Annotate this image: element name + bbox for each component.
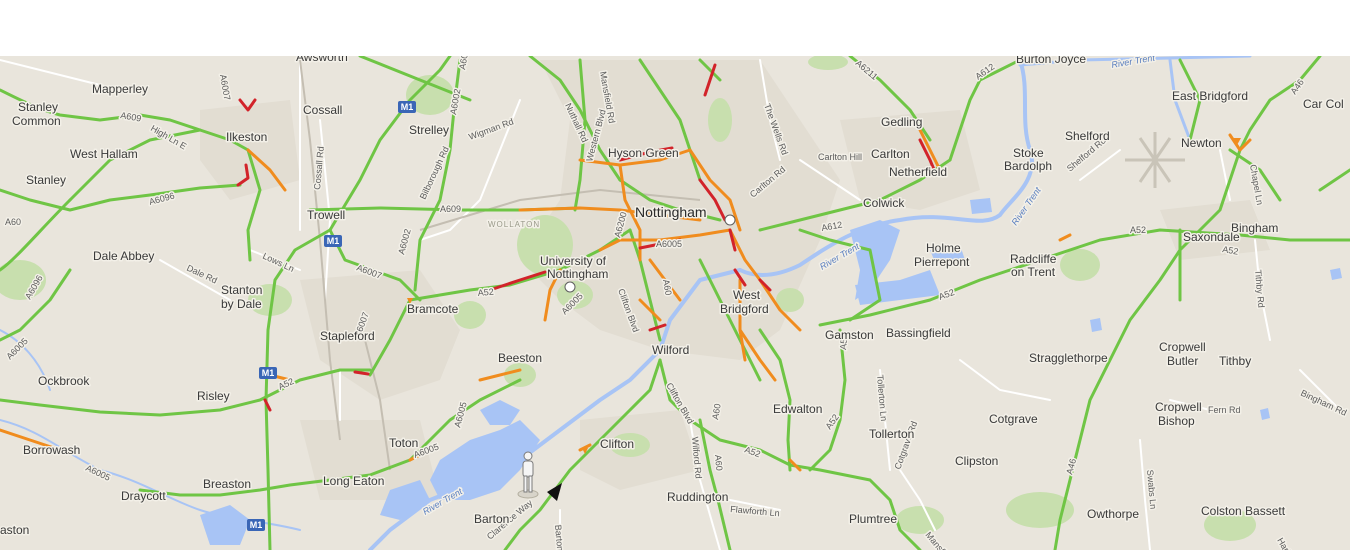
place-tollerton: Tollerton bbox=[869, 427, 914, 441]
place-beeston: Beeston bbox=[498, 351, 542, 365]
city-centre-icon bbox=[724, 214, 736, 226]
place-radcliffe-2: on Trent bbox=[1011, 265, 1056, 279]
place-car-col: Car Col bbox=[1303, 97, 1344, 111]
place-newton: Newton bbox=[1181, 136, 1222, 150]
place-barton: Barton bbox=[474, 512, 509, 526]
place-owthorpe: Owthorpe bbox=[1087, 507, 1139, 521]
road-a52-west: A52 bbox=[477, 287, 494, 298]
m1-shield-2: M1 bbox=[327, 236, 340, 246]
place-strelley: Strelley bbox=[409, 123, 449, 137]
place-colston-bassett: Colston Bassett bbox=[1201, 504, 1286, 518]
place-bramcote: Bramcote bbox=[407, 302, 459, 316]
label-carlton-hill: Carlton Hill bbox=[818, 152, 862, 162]
place-plumtree: Plumtree bbox=[849, 512, 897, 526]
road-a52-far-east: A52 bbox=[1130, 225, 1146, 235]
place-carlton: Carlton bbox=[871, 147, 910, 161]
place-clipston: Clipston bbox=[955, 454, 998, 468]
place-colwick: Colwick bbox=[863, 196, 905, 210]
place-hyson-green: Hyson Green bbox=[608, 146, 679, 160]
place-university-1: University of bbox=[540, 254, 607, 268]
place-west-bridgford-2: Bridgford bbox=[720, 302, 769, 316]
place-awsworth: Awsworth bbox=[296, 56, 348, 64]
place-dale-abbey: Dale Abbey bbox=[93, 249, 154, 263]
place-west-bridgford-1: West bbox=[733, 288, 761, 302]
m1-shield-3: M1 bbox=[262, 368, 275, 378]
place-netherfield: Netherfield bbox=[889, 165, 947, 179]
road-a609-mid: A609 bbox=[440, 204, 461, 214]
place-holme-2: Pierrepont bbox=[914, 255, 970, 269]
place-nottingham: Nottingham bbox=[635, 204, 707, 220]
place-cropwell-bishop-1: Cropwell bbox=[1155, 400, 1202, 414]
place-clifton: Clifton bbox=[600, 437, 634, 451]
place-risley: Risley bbox=[197, 389, 230, 403]
place-draycott: Draycott bbox=[121, 489, 166, 503]
place-cropwell-bishop-2: Bishop bbox=[1158, 414, 1195, 428]
place-burton-joyce: Burton Joyce bbox=[1016, 56, 1086, 66]
place-cotgrave: Cotgrave bbox=[989, 412, 1038, 426]
place-cropwell-butler-2: Butler bbox=[1167, 354, 1198, 368]
place-stanley-common-1: Stanley bbox=[18, 100, 58, 114]
place-stoke-2: Bardolph bbox=[1004, 159, 1052, 173]
area-wollaton: WOLLATON bbox=[488, 220, 540, 229]
place-gedling: Gedling bbox=[881, 115, 922, 129]
place-shelford: Shelford bbox=[1065, 129, 1110, 143]
place-borrowash: Borrowash bbox=[23, 443, 80, 457]
place-holme-1: Holme bbox=[926, 241, 961, 255]
place-stanley: Stanley bbox=[26, 173, 66, 187]
road-a6005-city: A6005 bbox=[656, 239, 682, 249]
place-ruddington: Ruddington bbox=[667, 490, 728, 504]
m1-shield-4: M1 bbox=[250, 520, 263, 530]
place-gamston: Gamston bbox=[825, 328, 874, 342]
place-stanton-2: by Dale bbox=[221, 297, 262, 311]
place-saxondale: Saxondale bbox=[1183, 230, 1240, 244]
place-toton: Toton bbox=[389, 436, 418, 450]
road-a60-left: A60 bbox=[5, 217, 21, 227]
place-radcliffe-1: Radcliffe bbox=[1010, 252, 1057, 266]
m1-shield-1: M1 bbox=[401, 102, 414, 112]
place-aston: aston bbox=[0, 523, 29, 537]
place-stoke-1: Stoke bbox=[1013, 146, 1044, 160]
road-fern-rd: Fern Rd bbox=[1208, 405, 1241, 415]
place-mapperley: Mapperley bbox=[92, 82, 148, 96]
university-icon bbox=[564, 281, 576, 293]
place-ilkeston: Ilkeston bbox=[226, 130, 267, 144]
place-bassingfield: Bassingfield bbox=[886, 326, 951, 340]
place-west-hallam: West Hallam bbox=[70, 147, 138, 161]
place-stragglethorpe: Stragglethorpe bbox=[1029, 351, 1108, 365]
place-cropwell-butler-1: Cropwell bbox=[1159, 340, 1206, 354]
place-trowell: Trowell bbox=[307, 208, 345, 222]
place-stapleford: Stapleford bbox=[320, 329, 375, 343]
road-a60-south-2: A60 bbox=[713, 454, 724, 471]
map-svg[interactable]: M1 M1 M1 M1 A6007 A609 High Ln E A6096 A… bbox=[0, 56, 1350, 550]
place-east-bridgford: East Bridgford bbox=[1172, 89, 1248, 103]
map-canvas[interactable]: M1 M1 M1 M1 A6007 A609 High Ln E A6096 A… bbox=[0, 56, 1350, 550]
place-ockbrook: Ockbrook bbox=[38, 374, 90, 388]
place-stanton-1: Stanton bbox=[221, 283, 262, 297]
place-edwalton: Edwalton bbox=[773, 402, 822, 416]
place-tithby: Tithby bbox=[1219, 354, 1251, 368]
place-cossall: Cossall bbox=[303, 103, 342, 117]
place-university-2: Nottingham bbox=[547, 267, 608, 281]
place-stanley-common-2: Common bbox=[12, 114, 61, 128]
place-wilford: Wilford bbox=[652, 343, 689, 357]
place-long-eaton: Long Eaton bbox=[323, 474, 384, 488]
place-breaston: Breaston bbox=[203, 477, 251, 491]
